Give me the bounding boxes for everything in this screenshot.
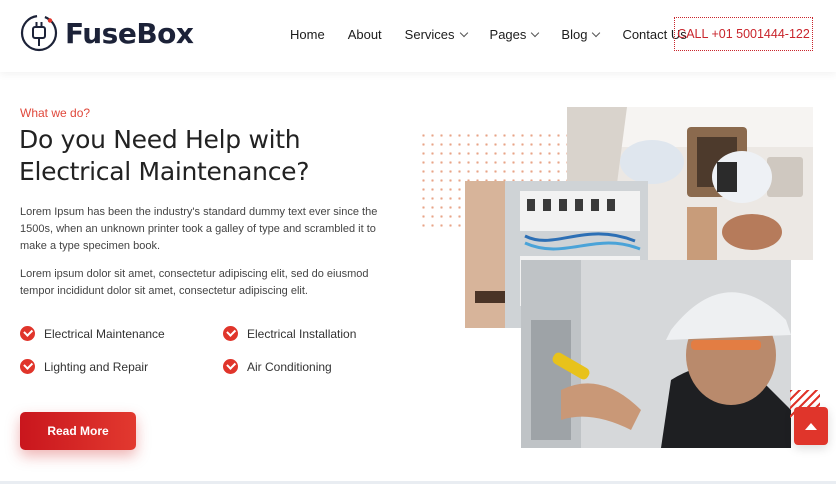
nav-item-about[interactable]: About	[348, 27, 382, 42]
main-nav: Home About Services Pages Blog Contact U…	[290, 27, 710, 42]
nav-label: Pages	[489, 27, 527, 42]
feature-item: Air Conditioning	[223, 359, 332, 374]
nav-label: About	[347, 27, 382, 42]
nav-label: Services	[404, 27, 455, 42]
check-circle-icon	[223, 326, 238, 341]
nav-item-services[interactable]: Services	[404, 27, 468, 42]
brand-name: FuseBox	[65, 16, 194, 50]
scroll-to-top-button[interactable]	[794, 407, 828, 445]
nav-label: Blog	[561, 27, 588, 42]
section-eyebrow: What we do?	[20, 106, 91, 120]
feature-item: Electrical Installation	[223, 326, 356, 341]
arrow-up-icon	[805, 422, 817, 430]
read-more-button[interactable]: Read More	[20, 412, 136, 450]
plug-icon	[20, 14, 58, 52]
secondary-paragraph: Lorem ipsum dolor sit amet, consectetur …	[20, 268, 369, 297]
check-circle-icon	[20, 326, 35, 341]
feature-label: Lighting and Repair	[44, 359, 149, 374]
feature-label: Electrical Maintenance	[44, 326, 165, 341]
nav-item-pages[interactable]: Pages	[489, 27, 540, 42]
chevron-down-icon	[592, 28, 601, 38]
feature-label: Air Conditioning	[247, 359, 332, 374]
nav-item-home[interactable]: Home	[290, 27, 325, 42]
section-heading: Do you Need Help with Electrical Mainten…	[19, 125, 310, 186]
check-circle-icon	[223, 359, 238, 374]
nav-item-blog[interactable]: Blog	[561, 27, 601, 42]
feature-label: Electrical Installation	[247, 326, 357, 341]
feature-item: Electrical Maintenance	[20, 326, 165, 341]
logo[interactable]: FuseBox	[19, 13, 194, 53]
chevron-down-icon	[459, 28, 468, 38]
chevron-down-icon	[531, 28, 540, 38]
feature-item: Lighting and Repair	[20, 359, 148, 374]
nav-label: Home	[290, 27, 325, 42]
site-header: FuseBox Home About Services Pages Blog C…	[0, 0, 836, 72]
check-circle-icon	[20, 359, 35, 374]
call-button[interactable]: CALL +01 5001444-122	[674, 17, 813, 51]
intro-paragraph: Lorem Ipsum has been the industry's stan…	[20, 206, 378, 252]
photo-electrician	[521, 260, 791, 448]
